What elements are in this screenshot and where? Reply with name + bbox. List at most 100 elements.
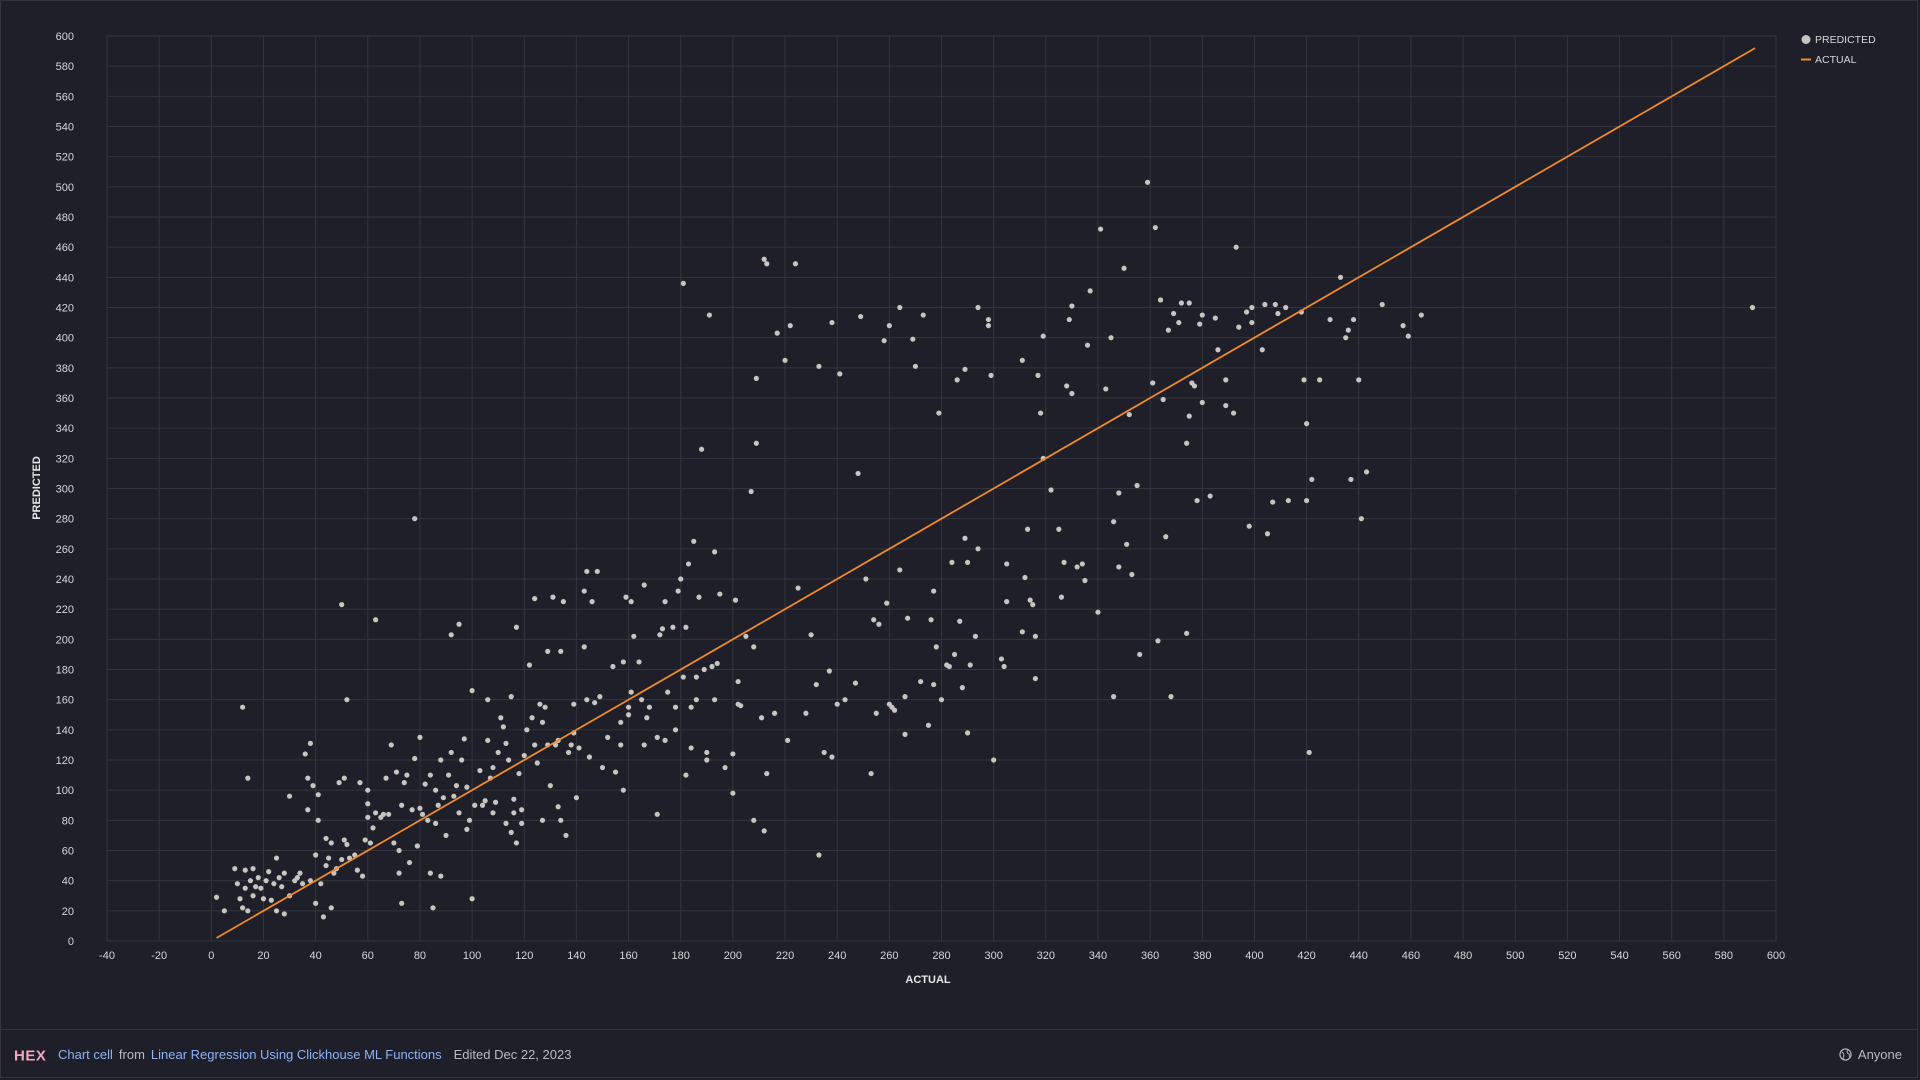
sharing-indicator[interactable]: Anyone [1839, 1030, 1902, 1079]
predicted-point [730, 751, 736, 757]
chart-cell-link[interactable]: Chart cell [58, 1047, 113, 1062]
predicted-point [1084, 342, 1091, 348]
predicted-point [273, 855, 280, 861]
predicted-point [605, 734, 611, 740]
predicted-point [339, 856, 345, 863]
y-tick-label: 520 [56, 152, 74, 164]
predicted-point [946, 663, 952, 670]
predicted-point [852, 680, 859, 686]
predicted-point [511, 810, 517, 816]
predicted-point [680, 280, 686, 286]
predicted-point [341, 837, 347, 843]
actual-line-layer [216, 47, 1756, 939]
predicted-point [506, 757, 512, 763]
y-tick-label: 280 [56, 514, 74, 526]
predicted-point [1184, 440, 1190, 446]
y-tick-label: 440 [56, 272, 74, 284]
predicted-point [761, 828, 767, 834]
predicted-point [1223, 402, 1229, 409]
predicted-point [985, 323, 992, 329]
x-tick-label: 160 [619, 950, 637, 962]
predicted-point [1345, 327, 1351, 333]
predicted-point [1244, 309, 1250, 315]
predicted-point [808, 632, 814, 638]
predicted-point [858, 313, 864, 320]
predicted-point [503, 740, 509, 747]
predicted-point [245, 775, 251, 781]
predicted-point [464, 826, 470, 832]
predicted-point [427, 870, 433, 876]
predicted-point [904, 615, 911, 621]
predicted-point [568, 742, 574, 748]
predicted-point [539, 817, 546, 823]
predicted-point [373, 810, 379, 816]
predicted-points [213, 179, 1756, 920]
hex-logo-mark: HEX [14, 1047, 46, 1063]
predicted-point [816, 363, 822, 369]
predicted-point [1215, 347, 1221, 353]
predicted-point [1337, 274, 1344, 280]
predicted-point [453, 783, 460, 789]
predicted-point [1019, 357, 1025, 363]
predicted-point [774, 330, 780, 336]
predicted-point [320, 914, 327, 920]
y-axis-title: PREDICTED [31, 456, 43, 520]
predicted-point [1019, 629, 1025, 635]
legend-item-actual[interactable]: ACTUAL [1801, 54, 1857, 66]
predicted-point [365, 787, 371, 793]
legend-predicted-label: PREDICTED [1815, 34, 1876, 46]
predicted-point [1262, 301, 1268, 308]
predicted-point [803, 710, 809, 716]
predicted-point [722, 764, 728, 771]
predicted-point [884, 600, 890, 606]
y-tick-label: 340 [56, 423, 74, 435]
predicted-point [519, 807, 525, 813]
y-tick-label: 60 [62, 846, 74, 858]
predicted-point [250, 893, 256, 899]
predicted-point [1058, 594, 1065, 600]
predicted-point [240, 905, 246, 911]
predicted-point [255, 875, 261, 881]
predicted-point [479, 802, 486, 808]
predicted-point [432, 787, 439, 793]
predicted-point [1095, 609, 1101, 615]
predicted-point [891, 707, 898, 713]
predicted-point [592, 700, 598, 706]
predicted-point [1191, 383, 1198, 389]
predicted-point [962, 535, 968, 541]
sharing-label: Anyone [1857, 1047, 1902, 1062]
predicted-point [625, 704, 632, 710]
predicted-point [1111, 694, 1117, 700]
predicted-point [1259, 347, 1265, 353]
predicted-point [315, 792, 321, 798]
predicted-point [305, 775, 311, 781]
predicted-point [432, 820, 439, 826]
predicted-point [279, 884, 285, 890]
predicted-point [730, 790, 736, 796]
x-tick-label: 40 [310, 950, 322, 962]
legend[interactable]: PREDICTED ACTUAL [1801, 34, 1876, 66]
hex-logo[interactable]: HEX [14, 1046, 52, 1064]
predicted-point [328, 840, 334, 846]
predicted-point [1350, 316, 1357, 323]
legend-item-predicted[interactable]: PREDICTED [1801, 34, 1877, 46]
predicted-point [688, 745, 694, 751]
predicted-point [276, 875, 282, 881]
predicted-point [1121, 265, 1127, 271]
predicted-point [1363, 469, 1370, 475]
predicted-point [456, 621, 462, 627]
project-link[interactable]: Linear Regression Using Clickhouse ML Fu… [151, 1047, 442, 1062]
predicted-point [988, 372, 994, 378]
y-tick-label: 200 [56, 634, 74, 646]
predicted-point [928, 617, 934, 623]
predicted-point [641, 582, 647, 588]
predicted-point [1056, 526, 1062, 532]
predicted-point [1358, 516, 1364, 522]
predicted-point [959, 685, 965, 691]
x-tick-label: 80 [414, 950, 426, 962]
x-tick-label: 100 [463, 950, 481, 962]
predicted-point [855, 470, 861, 477]
predicted-point [985, 316, 992, 323]
predicted-point [644, 715, 650, 721]
predicted-point [991, 757, 997, 763]
